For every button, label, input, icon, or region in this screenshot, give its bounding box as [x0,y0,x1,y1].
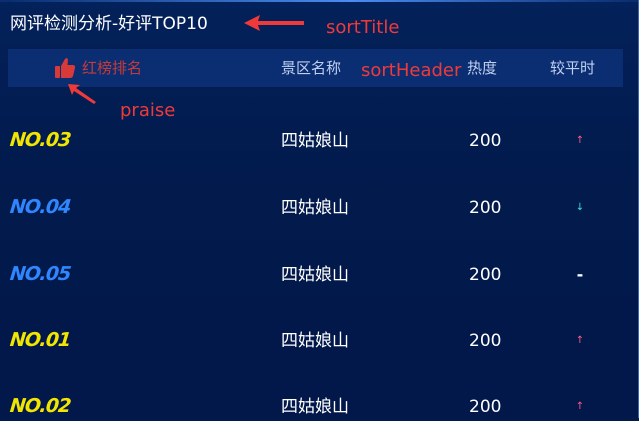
heat-value: 200 [469,331,502,351]
panel-title: 网评检测分析-好评TOP10 [10,14,208,34]
rank-badge: NO.05 [8,263,72,285]
heat-value: 200 [469,265,502,285]
trend-down-icon: ↓ [575,202,585,213]
scenic-name: 四姑娘山 [281,265,349,285]
praise-arrow-icon [68,84,96,104]
scenic-name: 四姑娘山 [281,131,349,151]
rank-badge: NO.01 [8,329,72,351]
rank-badge: NO.04 [8,196,72,218]
table-row[interactable]: NO.05 四姑娘山 200 - [0,259,639,289]
heat-value: 200 [469,131,502,151]
trend-flat-icon: - [576,265,584,284]
annotation-sortheader: sortHeader [361,60,462,81]
annotation-sorttitle: sortTitle [326,17,400,38]
heat-value: 200 [469,397,502,417]
scenic-name: 四姑娘山 [281,397,349,417]
panel-top-border [0,0,639,2]
table-row[interactable]: NO.04 四姑娘山 200 ↓ [0,192,639,222]
scenic-name: 四姑娘山 [281,198,349,218]
table-row[interactable]: NO.02 四姑娘山 200 ↑ [0,391,639,421]
rank-badge: NO.02 [8,395,72,417]
header-compare[interactable]: 较平时 [550,58,595,78]
trend-up-icon: ↑ [575,335,585,346]
top10-panel: 网评检测分析-好评TOP10 红榜排名 景区名称 热度 较平时 NO.03 四姑… [0,0,639,418]
scenic-name: 四姑娘山 [281,331,349,351]
header-scenic-name[interactable]: 景区名称 [281,58,341,78]
trend-up-icon: ↑ [575,401,585,412]
sorttitle-arrow-icon [244,15,304,31]
header-praise-rank[interactable]: 红榜排名 [82,58,142,78]
table-row[interactable]: NO.03 四姑娘山 200 ↑ [0,125,639,155]
trend-up-icon: ↑ [575,135,585,146]
rank-badge: NO.03 [8,129,72,151]
table-row[interactable]: NO.01 四姑娘山 200 ↑ [0,325,639,355]
header-heat[interactable]: 热度 [467,58,497,78]
thumbs-up-icon [55,58,76,78]
heat-value: 200 [469,198,502,218]
annotation-praise: praise [120,100,176,121]
